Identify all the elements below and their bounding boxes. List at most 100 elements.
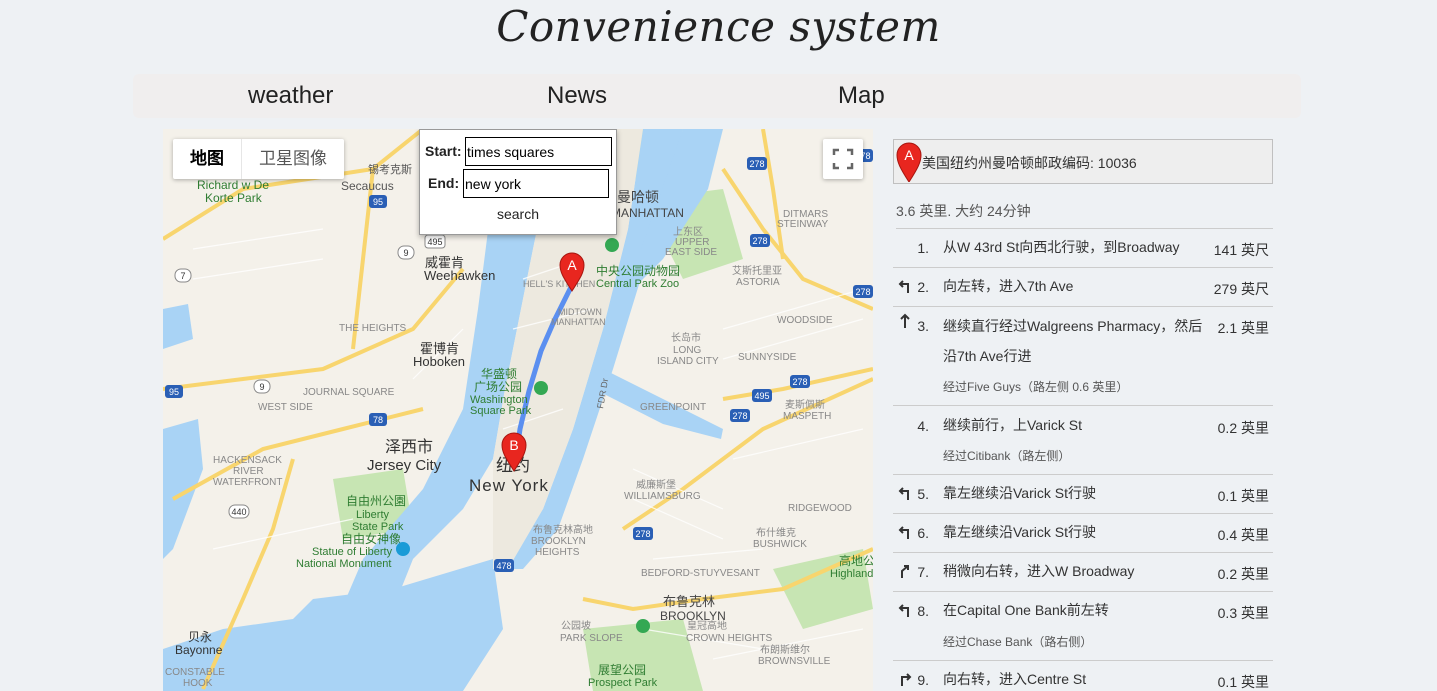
label-prospect: Prospect Park	[588, 677, 658, 689]
direction-step[interactable]: 7. 稍微向右转，进入W Broadway 0.2 英里	[893, 553, 1273, 592]
shield-278d: 278	[730, 409, 750, 422]
svg-text:95: 95	[169, 387, 179, 397]
start-input[interactable]	[465, 137, 612, 166]
nav-news[interactable]: News	[547, 82, 607, 110]
label-jersey-cn: 泽西市	[385, 438, 433, 456]
prospect-poi-icon	[636, 619, 650, 633]
label-steinway: STEINWAY	[777, 219, 828, 230]
step-distance: 0.1 英里	[1217, 674, 1269, 690]
label-secaucus-cn: 锡考克斯	[368, 162, 412, 176]
fullscreen-button[interactable]	[823, 139, 863, 179]
keep-left-icon	[898, 604, 909, 617]
shield-278e: 278	[633, 527, 653, 540]
svg-text:A: A	[567, 257, 577, 273]
turn-left-icon	[898, 280, 909, 293]
direction-step[interactable]: 2. 向左转，进入7th Ave 279 英尺	[893, 268, 1273, 307]
label-upper-east2: EAST SIDE	[665, 247, 717, 258]
svg-text:495: 495	[754, 391, 769, 401]
keep-left-icon	[898, 487, 909, 500]
destination-box: A 美国纽约州曼哈顿邮政编码: 10036	[893, 139, 1273, 184]
label-manhattan-mid: MANHATTAN	[551, 317, 606, 327]
search-button[interactable]: search	[420, 206, 616, 222]
label-hackensack: HACKENSACK	[213, 455, 282, 466]
step-number: 3.	[917, 318, 929, 334]
svg-text:278: 278	[635, 529, 650, 539]
shield-478: 478	[494, 559, 514, 572]
statue-poi-icon	[396, 542, 410, 556]
end-label: End:	[428, 175, 460, 191]
label-heights: THE HEIGHTS	[339, 323, 407, 334]
step-number: 5.	[917, 486, 929, 502]
label-liberty-statue2: National Monument	[296, 558, 391, 570]
svg-text:B: B	[509, 437, 518, 453]
step-distance: 141 英尺	[1213, 242, 1269, 258]
label-williamsburg: WILLIAMSBURG	[624, 491, 701, 502]
direction-step[interactable]: 8. 在Capital One Bank前左转 0.3 英里 经过Chase B…	[893, 592, 1273, 661]
label-lic2: ISLAND CITY	[657, 356, 719, 367]
shield-495: 495	[424, 234, 446, 249]
direction-step[interactable]: 3. 继续直行经过Walgreens Pharmacy，然后 沿7th Ave行…	[893, 307, 1273, 406]
direction-step[interactable]: 5. 靠左继续沿Varick St行驶 0.1 英里	[893, 475, 1273, 514]
nav-weather[interactable]: weather	[248, 82, 333, 110]
step-instruction: 向右转，进入Centre St	[943, 671, 1087, 687]
shield-278c: 278	[790, 375, 810, 388]
shield-7: 7	[174, 268, 192, 283]
label-wash2: Square Park	[470, 405, 532, 417]
label-prospect-cn: 展望公园	[598, 663, 646, 677]
label-liberty-statue-cn: 自由女神像	[341, 531, 401, 546]
label-maspeth-cn: 麦斯佩斯	[785, 398, 825, 411]
turn-right-icon	[901, 673, 912, 686]
label-bushwick: BUSHWICK	[753, 539, 807, 550]
svg-text:95: 95	[373, 197, 383, 207]
map-view[interactable]: 锡考克斯 Secaucus Richard w De Korte Park 威霍…	[163, 129, 873, 691]
map-type-map-button[interactable]: 地图	[173, 139, 241, 179]
label-west-side: WEST SIDE	[258, 402, 313, 413]
svg-text:9: 9	[259, 382, 264, 392]
direction-step[interactable]: 1. 从W 43rd St向西北行驶，到Broadway 141 英尺	[893, 229, 1273, 268]
step-instruction: 靠左继续沿Varick St行驶	[943, 524, 1096, 540]
step-instruction: 向左转，进入7th Ave	[943, 278, 1074, 294]
label-ridgewood: RIDGEWOOD	[788, 503, 852, 514]
shield-495b: 495	[752, 389, 772, 402]
label-manhattan-cn: 曼哈顿	[617, 189, 659, 205]
step-number: 7.	[917, 564, 929, 580]
nav-map[interactable]: Map	[838, 82, 885, 110]
svg-text:9: 9	[403, 248, 408, 258]
label-liberty-park-cn: 自由州公園	[346, 494, 406, 508]
svg-text:278: 278	[752, 236, 767, 246]
step-number: 6.	[917, 525, 929, 541]
end-input[interactable]	[463, 169, 609, 198]
step-number: 2.	[917, 279, 929, 295]
step-number: 1.	[917, 240, 929, 256]
label-richard-park2: Korte Park	[205, 191, 263, 205]
label-jersey: Jersey City	[367, 457, 442, 474]
step-instruction: 靠左继续沿Varick St行驶	[943, 485, 1096, 501]
shield-440: 440	[228, 504, 250, 519]
label-journal-sq: JOURNAL SQUARE	[303, 387, 395, 398]
svg-text:278: 278	[855, 287, 870, 297]
step-number: 8.	[917, 603, 929, 619]
step-instruction-cont: 沿7th Ave行进	[943, 348, 1032, 364]
main-nav: weather News Map	[133, 74, 1301, 118]
label-zoo: Central Park Zoo	[596, 278, 679, 290]
step-instruction: 继续前行，上Varick St	[943, 417, 1082, 433]
label-brownsville: BROWNSVILLE	[758, 656, 831, 667]
direction-step[interactable]: 6. 靠左继续沿Varick St行驶 0.4 英里	[893, 514, 1273, 553]
straight-icon	[900, 313, 910, 328]
direction-step[interactable]: 9. 向右转，进入Centre St 0.1 英里	[893, 661, 1273, 691]
label-secaucus: Secaucus	[341, 179, 394, 193]
start-label: Start:	[425, 143, 462, 159]
step-distance: 0.4 英里	[1217, 527, 1269, 543]
map-type-control: 地图 卫星图像	[173, 139, 344, 179]
svg-text:7: 7	[180, 271, 185, 281]
svg-text:278: 278	[732, 411, 747, 421]
shield-278b: 278	[750, 234, 770, 247]
label-bayonne-cn: 贝永	[188, 630, 212, 644]
shield-278a: 278	[747, 157, 767, 170]
direction-step[interactable]: 4. 继续前行，上Varick St 0.2 英里 经过Citibank（路左侧…	[893, 406, 1273, 475]
label-newyork: New York	[469, 476, 549, 495]
label-bayonne: Bayonne	[175, 643, 223, 657]
zoo-poi-icon	[605, 238, 619, 252]
label-zoo-cn: 中央公园动物园	[596, 263, 680, 278]
map-type-satellite-button[interactable]: 卫星图像	[241, 139, 344, 179]
